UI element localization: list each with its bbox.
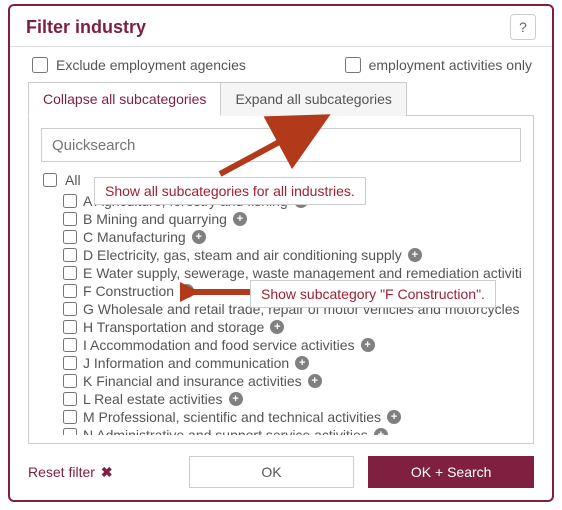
- category-checkbox[interactable]: [63, 392, 77, 406]
- category-label: J Information and communication: [83, 355, 289, 371]
- category-checkbox[interactable]: [63, 266, 77, 280]
- expand-icon[interactable]: +: [295, 356, 309, 370]
- category-label: A Agriculture, forestry and fishing: [83, 193, 288, 209]
- category-label: N Administrative and support service act…: [83, 427, 368, 435]
- category-row: B Mining and quarrying +: [63, 210, 513, 228]
- category-label: G Wholesale and retail trade; repair of …: [83, 301, 520, 317]
- exclude-agencies-label: Exclude employment agencies: [56, 57, 246, 73]
- tab-expand-all[interactable]: Expand all subcategories: [221, 82, 406, 116]
- category-row: J Information and communication +: [63, 354, 513, 372]
- expand-icon[interactable]: +: [374, 428, 388, 435]
- employment-only-checkbox[interactable]: employment activities only: [345, 57, 532, 73]
- category-row: F Construction +: [63, 282, 513, 300]
- expand-icon[interactable]: +: [270, 320, 284, 334]
- category-label: K Financial and insurance activities: [83, 373, 302, 389]
- dialog-header: Filter industry ?: [10, 6, 552, 47]
- expand-icon[interactable]: +: [408, 248, 422, 262]
- category-checkbox[interactable]: [63, 320, 77, 334]
- category-checkbox[interactable]: [63, 410, 77, 424]
- category-row: C Manufacturing +: [63, 228, 513, 246]
- all-label: All: [65, 172, 81, 188]
- employment-only-input[interactable]: [345, 57, 361, 73]
- category-label: E Water supply, sewerage, waste manageme…: [83, 265, 521, 281]
- category-checkbox[interactable]: [63, 356, 77, 370]
- reset-filter-label: Reset filter: [28, 464, 95, 480]
- exclude-agencies-checkbox[interactable]: Exclude employment agencies: [30, 57, 246, 73]
- expand-icon[interactable]: +: [387, 410, 401, 424]
- category-label: M Professional, scientific and technical…: [83, 409, 381, 425]
- category-label: C Manufacturing: [83, 229, 186, 245]
- category-row: D Electricity, gas, steam and air condit…: [63, 246, 513, 264]
- category-row: G Wholesale and retail trade; repair of …: [63, 300, 513, 318]
- category-row: L Real estate activities +: [63, 390, 513, 408]
- category-checkbox[interactable]: [63, 194, 77, 208]
- category-checkbox[interactable]: [63, 248, 77, 262]
- category-row: M Professional, scientific and technical…: [63, 408, 513, 426]
- dialog-footer: Reset filter ✖ OK OK + Search: [10, 444, 552, 500]
- category-row: H Transportation and storage +: [63, 318, 513, 336]
- category-checkbox[interactable]: [63, 212, 77, 226]
- category-checkbox[interactable]: [63, 374, 77, 388]
- reset-filter-link[interactable]: Reset filter ✖: [28, 464, 113, 481]
- category-checkbox[interactable]: [63, 428, 77, 435]
- category-row: A Agriculture, forestry and fishing +: [63, 192, 513, 210]
- category-checkbox[interactable]: [63, 338, 77, 352]
- search-input[interactable]: [41, 128, 521, 162]
- category-row: E Water supply, sewerage, waste manageme…: [63, 264, 513, 282]
- options-row: Exclude employment agencies employment a…: [10, 47, 552, 81]
- close-icon: ✖: [101, 464, 113, 481]
- expand-icon[interactable]: +: [229, 392, 243, 406]
- filter-industry-dialog: Filter industry ? Exclude employment age…: [8, 4, 554, 502]
- category-row: K Financial and insurance activities +: [63, 372, 513, 390]
- category-checkbox[interactable]: [63, 230, 77, 244]
- employment-only-label: employment activities only: [369, 57, 532, 73]
- expand-icon[interactable]: +: [308, 374, 322, 388]
- category-row: I Accommodation and food service activit…: [63, 336, 513, 354]
- expand-icon[interactable]: +: [192, 230, 206, 244]
- category-label: H Transportation and storage: [83, 319, 264, 335]
- help-button[interactable]: ?: [510, 14, 536, 40]
- category-label: F Construction: [83, 283, 174, 299]
- category-list[interactable]: A Agriculture, forestry and fishing+B Mi…: [41, 192, 521, 435]
- ok-button[interactable]: OK: [189, 456, 355, 488]
- category-label: D Electricity, gas, steam and air condit…: [83, 247, 402, 263]
- category-label: I Accommodation and food service activit…: [83, 337, 355, 353]
- category-panel: All A Agriculture, forestry and fishing +…: [28, 115, 534, 444]
- category-row: N Administrative and support service act…: [63, 426, 513, 435]
- exclude-agencies-input[interactable]: [32, 57, 48, 73]
- tabs: Collapse all subcategories Expand all su…: [10, 81, 552, 115]
- category-label: B Mining and quarrying: [83, 211, 227, 227]
- all-checkbox[interactable]: [43, 173, 57, 187]
- expand-icon[interactable]: +: [180, 284, 194, 298]
- category-checkbox[interactable]: [63, 302, 77, 316]
- category-checkbox[interactable]: [63, 284, 77, 298]
- expand-icon[interactable]: +: [361, 338, 375, 352]
- expand-icon[interactable]: +: [294, 194, 308, 208]
- dialog-title: Filter industry: [26, 17, 146, 38]
- tab-collapse-all[interactable]: Collapse all subcategories: [28, 82, 221, 116]
- expand-icon[interactable]: +: [233, 212, 247, 226]
- category-label: L Real estate activities: [83, 391, 223, 407]
- ok-search-button[interactable]: OK + Search: [368, 456, 534, 488]
